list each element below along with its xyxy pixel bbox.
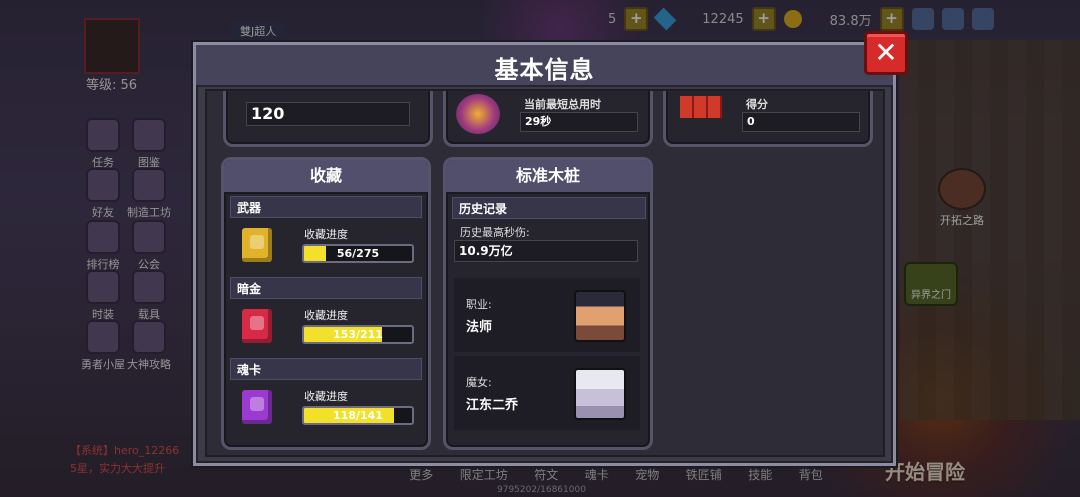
boss-icon <box>456 94 500 134</box>
score-value: 0 <box>742 112 860 132</box>
dummy-header: 标准木桩 <box>446 160 650 194</box>
modal-title: 基本信息 <box>494 56 595 84</box>
witch-value: 江东二乔 <box>466 398 519 413</box>
progress-label: 收藏进度 <box>304 309 348 322</box>
dark-gold-progress-bar: 153/211 <box>302 325 414 344</box>
category-soul-card: 魂卡 <box>230 358 422 380</box>
collection-title: 收藏 <box>309 166 342 185</box>
close-button[interactable]: ✕ <box>864 31 908 75</box>
category-weapon: 武器 <box>230 196 422 218</box>
basic-info-modal: 基本信息 ✕ 120 当前最短总用时 29秒 得分 0 收藏 武器 收藏进度 5… <box>193 31 908 466</box>
close-icon: ✕ <box>874 36 898 69</box>
time-value: 29秒 <box>520 112 638 132</box>
soul-card-progress-bar: 118/141 <box>302 406 414 425</box>
mage-portrait-icon <box>574 290 626 342</box>
witch-portrait-icon <box>574 368 626 420</box>
progress-label: 收藏进度 <box>304 390 348 403</box>
dps-label: 历史最高秒伤: <box>460 226 530 239</box>
stat-card-time: 当前最短总用时 29秒 <box>443 91 653 147</box>
time-label: 当前最短总用时 <box>524 98 601 111</box>
class-value: 法师 <box>466 320 493 335</box>
progress-text: 153/211 <box>333 328 383 341</box>
progress-label: 收藏进度 <box>304 228 348 241</box>
stat-value: 120 <box>246 102 410 126</box>
weapon-progress-bar: 56/275 <box>302 244 414 263</box>
modal-header: 基本信息 <box>196 45 893 87</box>
weapon-book-icon <box>242 228 272 262</box>
collection-card: 收藏 武器 收藏进度 56/275 暗金 收藏进度 153/211 魂卡 收藏进… <box>221 157 431 450</box>
soul-card-book-icon <box>242 390 272 424</box>
witch-label: 魔女: <box>466 376 492 389</box>
witch-info: 魔女: 江东二乔 <box>454 356 640 430</box>
collection-header: 收藏 <box>224 160 428 194</box>
progress-text: 118/141 <box>333 409 383 422</box>
modal-content[interactable]: 120 当前最短总用时 29秒 得分 0 收藏 武器 收藏进度 56/275 暗… <box>205 89 885 457</box>
dps-value: 10.9万亿 <box>454 240 638 262</box>
stat-card-left: 120 <box>223 91 433 147</box>
progress-text: 56/275 <box>336 247 380 260</box>
history-record-bar: 历史记录 <box>452 197 646 219</box>
dark-gold-book-icon <box>242 309 272 343</box>
category-dark-gold: 暗金 <box>230 277 422 299</box>
stat-card-score: 得分 0 <box>663 91 873 147</box>
dummy-title: 标准木桩 <box>515 166 580 185</box>
rank-badge-icon <box>680 96 722 118</box>
score-label: 得分 <box>746 98 768 111</box>
class-info: 职业: 法师 <box>454 278 640 352</box>
training-dummy-card: 标准木桩 历史记录 历史最高秒伤: 10.9万亿 职业: 法师 魔女: 江东二乔 <box>443 157 653 450</box>
class-label: 职业: <box>466 298 492 311</box>
